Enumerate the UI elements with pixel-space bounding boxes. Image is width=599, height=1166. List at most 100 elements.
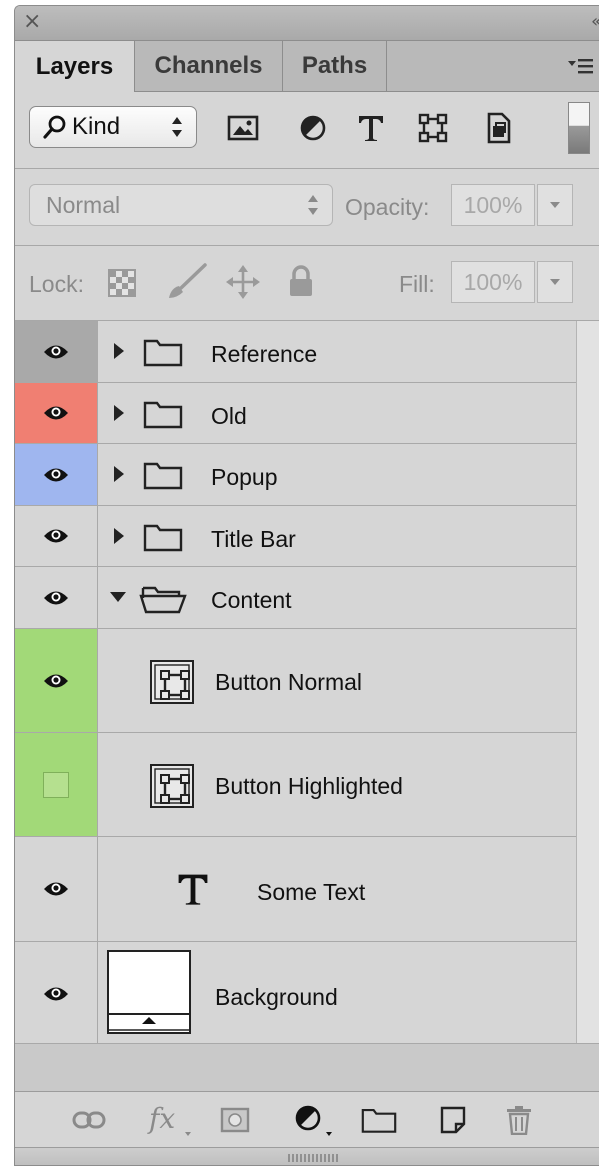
layer-row-button-highlighted[interactable]: Button Highlighted xyxy=(15,733,576,837)
layer-name: Background xyxy=(215,984,338,1010)
pixel-layer-filter-icon[interactable] xyxy=(225,110,261,146)
filter-kind-select[interactable]: Kind xyxy=(29,106,197,148)
smart-object-filter-icon[interactable] xyxy=(481,110,517,146)
layer-row-some-text[interactable]: Some Text xyxy=(15,837,576,942)
open-folder-icon xyxy=(139,586,187,614)
expand-triangle-icon[interactable] xyxy=(113,342,125,360)
visibility-toggle[interactable] xyxy=(15,506,98,566)
eye-icon xyxy=(44,674,68,687)
shape-layer-filter-icon[interactable] xyxy=(415,110,451,146)
blend-mode-value: Normal xyxy=(46,191,121,218)
search-icon xyxy=(43,115,66,139)
blend-mode-bar: Normal Opacity: 100% xyxy=(15,169,599,245)
grip-lines-icon xyxy=(288,1154,338,1162)
visibility-toggle[interactable] xyxy=(15,942,98,1046)
layer-filter-bar: Kind xyxy=(15,92,599,168)
layer-name: Button Normal xyxy=(215,669,363,695)
up-down-arrows-icon xyxy=(172,117,182,137)
layer-name: Some Text xyxy=(257,879,366,905)
layer-name: Popup xyxy=(211,464,278,490)
panel-menu-icon[interactable] xyxy=(566,53,594,79)
filter-kind-label: Kind xyxy=(72,113,121,140)
fill-dropdown-button[interactable] xyxy=(537,261,573,303)
lock-position-move-icon[interactable] xyxy=(225,264,261,300)
tab-paths[interactable]: Paths xyxy=(283,41,387,91)
svg-text:fx: fx xyxy=(147,1102,175,1135)
blend-mode-select[interactable]: Normal xyxy=(29,184,333,226)
collapse-panel-button[interactable]: « xyxy=(591,11,599,33)
layer-row-title-bar[interactable]: Title Bar xyxy=(15,506,576,567)
shape-layer-icon xyxy=(150,660,194,704)
chevron-down-icon xyxy=(550,279,560,285)
collapse-triangle-icon[interactable] xyxy=(109,591,127,603)
lock-transparent-pixels-icon[interactable] xyxy=(107,268,137,298)
lock-image-pixels-brush-icon[interactable] xyxy=(165,262,209,302)
visibility-toggle[interactable] xyxy=(15,567,98,628)
panel-title-bar: × « xyxy=(15,6,599,41)
adjustment-layer-filter-icon[interactable] xyxy=(295,110,331,146)
layers-bottom-toolbar: fx xyxy=(15,1091,599,1148)
eye-icon xyxy=(44,987,68,1001)
background-thumbnail-icon xyxy=(107,950,191,1034)
layer-row-old[interactable]: Old xyxy=(15,383,576,444)
tab-channels[interactable]: Channels xyxy=(135,41,283,91)
lock-all-padlock-icon[interactable] xyxy=(287,264,315,298)
visibility-toggle[interactable] xyxy=(15,383,98,443)
new-group-icon[interactable] xyxy=(361,1100,397,1140)
eye-icon xyxy=(44,468,68,481)
add-mask-icon[interactable] xyxy=(219,1100,251,1140)
eye-icon xyxy=(44,882,68,896)
layer-row-button-normal[interactable]: Button Normal xyxy=(15,629,576,733)
folder-icon xyxy=(143,339,183,367)
up-down-arrows-icon xyxy=(308,195,318,215)
close-panel-button[interactable]: × xyxy=(23,9,41,35)
layer-row-content[interactable]: Content xyxy=(15,567,576,629)
visibility-toggle[interactable] xyxy=(15,321,98,382)
folder-icon xyxy=(143,401,183,429)
panel-resize-grip[interactable] xyxy=(15,1147,599,1165)
layer-name: Button Highlighted xyxy=(215,773,403,799)
eye-icon xyxy=(44,529,68,543)
layers-list: Reference Old Popup Title Bar Content Bu… xyxy=(15,321,599,1047)
layer-name: Content xyxy=(211,587,292,613)
new-adjustment-icon[interactable] xyxy=(291,1100,341,1140)
opacity-input[interactable]: 100% xyxy=(451,184,535,226)
visibility-toggle[interactable] xyxy=(15,837,98,941)
lock-bar: Lock: Fill: 100% xyxy=(15,246,599,320)
layers-scrollbar[interactable] xyxy=(576,321,599,1043)
layer-row-popup[interactable]: Popup xyxy=(15,444,576,506)
filter-toggle-switch[interactable] xyxy=(568,102,590,154)
layer-row-reference[interactable]: Reference xyxy=(15,321,576,383)
expand-triangle-icon[interactable] xyxy=(113,465,125,483)
tab-layers[interactable]: Layers xyxy=(15,41,135,92)
panel-tabs: Layers Channels Paths xyxy=(15,41,599,92)
opacity-label: Opacity: xyxy=(345,194,430,220)
fill-label: Fill: xyxy=(399,271,435,297)
hidden-visibility-box xyxy=(43,771,69,798)
layer-name: Title Bar xyxy=(211,526,296,552)
fill-input[interactable]: 100% xyxy=(451,261,535,303)
visibility-toggle[interactable] xyxy=(15,444,98,505)
chevron-down-icon xyxy=(550,202,560,208)
shape-layer-icon xyxy=(150,764,194,808)
layer-name: Old xyxy=(211,403,247,429)
type-layer-icon xyxy=(178,874,208,905)
layers-panel: × « Layers Channels Paths Kind Normal Op… xyxy=(14,5,599,1166)
new-layer-icon[interactable] xyxy=(437,1100,469,1140)
folder-icon xyxy=(143,462,183,490)
delete-layer-icon[interactable] xyxy=(503,1100,535,1140)
eye-icon xyxy=(44,345,68,358)
expand-triangle-icon[interactable] xyxy=(113,404,125,422)
opacity-dropdown-button[interactable] xyxy=(537,184,573,226)
expand-triangle-icon[interactable] xyxy=(113,527,125,545)
layer-row-background[interactable]: Background xyxy=(15,942,576,1047)
type-layer-filter-icon[interactable] xyxy=(353,110,389,146)
link-layers-icon[interactable] xyxy=(71,1100,107,1140)
fx-icon[interactable]: fx xyxy=(145,1100,195,1140)
lock-label: Lock: xyxy=(29,271,84,297)
folder-icon xyxy=(143,524,183,552)
eye-icon xyxy=(44,406,68,420)
visibility-toggle[interactable] xyxy=(15,629,98,732)
visibility-toggle[interactable] xyxy=(15,733,98,836)
layer-name: Reference xyxy=(211,341,318,367)
